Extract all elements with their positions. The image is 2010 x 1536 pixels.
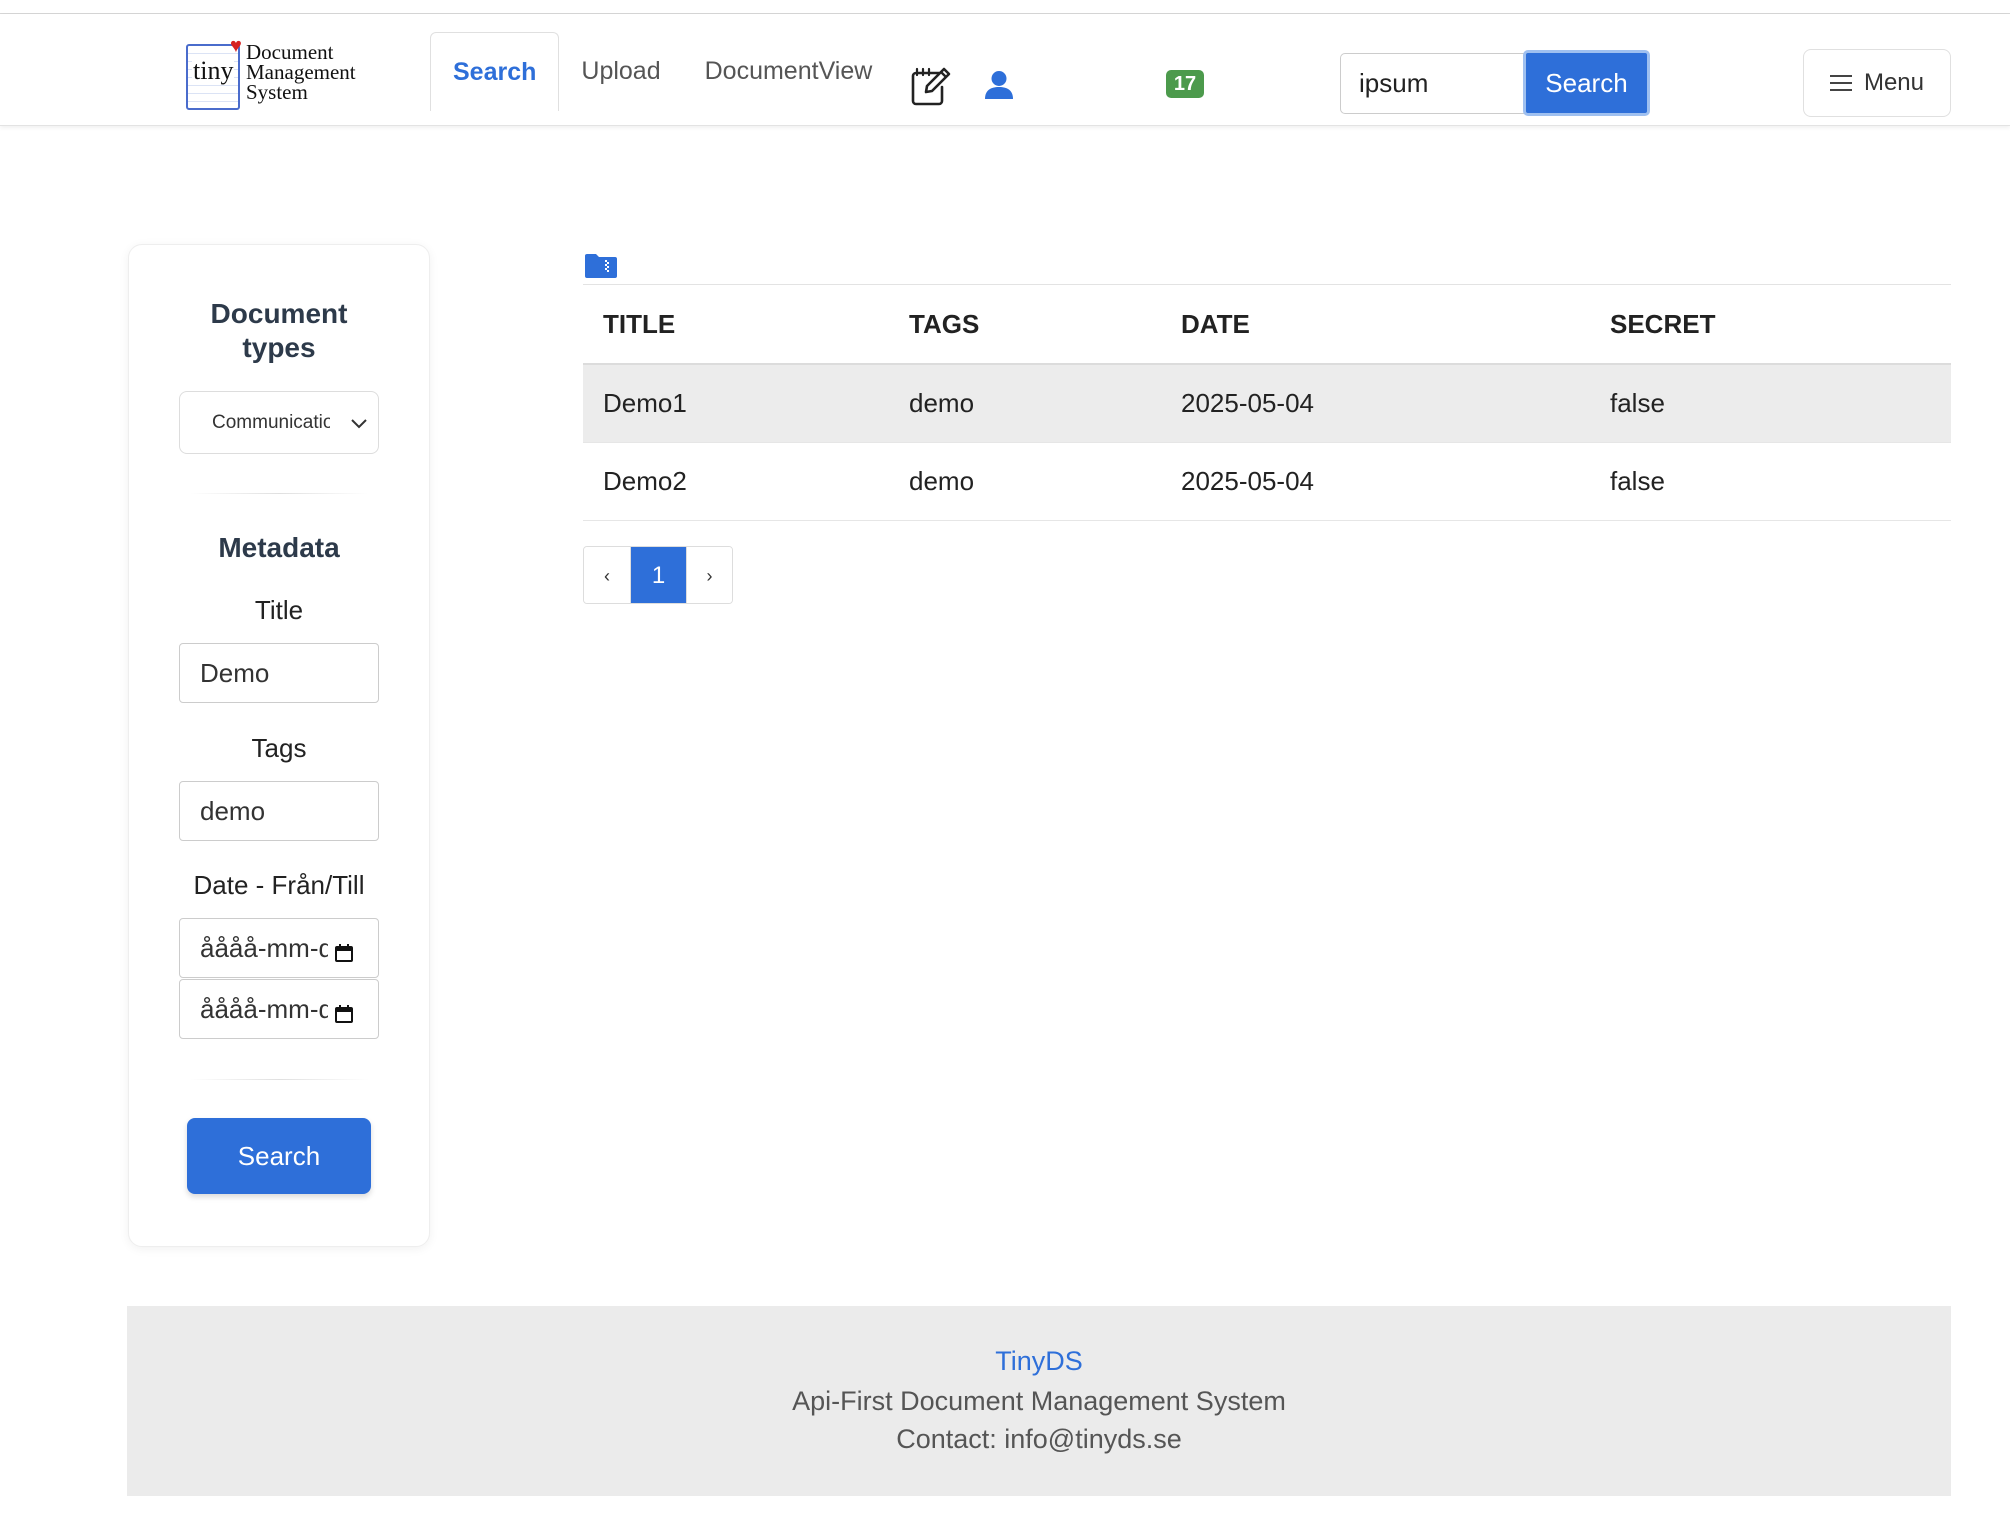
- pagination: ‹ 1 ›: [583, 546, 733, 604]
- row-tags: demo: [909, 466, 975, 496]
- tab-upload[interactable]: Upload: [559, 32, 682, 111]
- date-from-input[interactable]: åååå-mm-dd: [179, 918, 379, 978]
- chevron-down-icon: [350, 414, 368, 436]
- footer-brand-link[interactable]: TinyDS: [127, 1346, 1951, 1377]
- row-secret: false: [1610, 388, 1665, 418]
- logo-word-document: Document: [246, 40, 334, 64]
- menu-button[interactable]: Menu: [1803, 49, 1951, 117]
- tab-search[interactable]: Search: [430, 32, 560, 111]
- footer-tagline: Api-First Document Management System: [792, 1386, 1286, 1416]
- tags-label: Tags: [251, 733, 307, 763]
- title-label: Title: [254, 595, 304, 625]
- results-table: Title Tags Date Secret Demo1 demo 2025-0…: [583, 284, 1951, 521]
- tab-document-view[interactable]: DocumentView: [683, 32, 895, 111]
- row-title[interactable]: Demo2: [603, 466, 687, 497]
- sidebar-divider: [189, 493, 369, 494]
- doc-types-heading-line2: types: [242, 332, 316, 363]
- doc-types-heading: Document types: [129, 297, 429, 365]
- calendar-icon[interactable]: [334, 1000, 354, 1031]
- metadata-heading: Metadata: [218, 532, 340, 563]
- doc-types-heading-line1: Document: [210, 298, 348, 329]
- nav-search-input[interactable]: [1340, 53, 1530, 114]
- tags-input[interactable]: [179, 781, 379, 841]
- nav-tabs: Search Upload DocumentView: [430, 32, 894, 111]
- hamburger-icon: [1829, 75, 1852, 91]
- edit-note-icon[interactable]: [908, 64, 954, 108]
- logo-words: Document Management System: [246, 40, 356, 104]
- date-label: Date - Från/Till: [193, 870, 365, 900]
- calendar-icon[interactable]: [334, 939, 354, 970]
- pagination-next[interactable]: ›: [686, 547, 732, 603]
- doc-type-select[interactable]: Communication: [179, 391, 379, 454]
- row-date: 2025-05-04: [1181, 388, 1314, 418]
- notification-badge[interactable]: 17: [1166, 70, 1204, 98]
- logo-tiny-text: tiny: [192, 56, 235, 85]
- table-row[interactable]: Demo2 demo 2025-05-04 false: [583, 443, 1951, 521]
- pagination-page-current[interactable]: 1: [630, 547, 686, 603]
- column-header-title[interactable]: Title: [603, 309, 675, 340]
- footer: TinyDS Api-First Document Management Sys…: [127, 1306, 1951, 1496]
- title-input[interactable]: [179, 643, 379, 703]
- date-to-input[interactable]: åååå-mm-dd: [179, 979, 379, 1039]
- row-title[interactable]: Demo1: [603, 388, 687, 419]
- heart-icon: ♥: [230, 35, 242, 57]
- top-edge: [0, 0, 2010, 14]
- table-header: Title Tags Date Secret: [583, 285, 1951, 365]
- menu-label: Menu: [1863, 69, 1925, 96]
- date-from-placeholder: åååå-mm-dd: [200, 932, 328, 963]
- sidebar-search-button[interactable]: Search: [187, 1118, 371, 1194]
- sidebar-divider: [189, 1079, 369, 1080]
- app-logo[interactable]: tiny ♥ Document Management System: [186, 35, 376, 112]
- filter-sidebar: Document types Communication Metadata Ti…: [128, 244, 430, 1247]
- column-header-date[interactable]: Date: [1181, 309, 1250, 340]
- row-secret: false: [1610, 466, 1665, 496]
- date-to-placeholder: åååå-mm-dd: [200, 993, 328, 1024]
- row-date: 2025-05-04: [1181, 466, 1314, 496]
- footer-contact: Contact: info@tinyds.se: [896, 1424, 1182, 1454]
- logo-word-system: System: [246, 80, 308, 104]
- nav-search-button[interactable]: Search: [1523, 50, 1650, 116]
- table-row[interactable]: Demo1 demo 2025-05-04 false: [583, 365, 1951, 443]
- column-header-tags[interactable]: Tags: [909, 309, 979, 340]
- doc-type-selected: Communication: [212, 411, 330, 433]
- folder-zip-icon[interactable]: [584, 253, 620, 281]
- column-header-secret[interactable]: Secret: [1610, 309, 1715, 340]
- row-tags: demo: [909, 388, 975, 418]
- logo-word-management: Management: [246, 60, 356, 84]
- user-icon[interactable]: [982, 66, 1016, 104]
- navbar: tiny ♥ Document Management System Search…: [0, 14, 2010, 126]
- pagination-prev[interactable]: ‹: [584, 547, 630, 603]
